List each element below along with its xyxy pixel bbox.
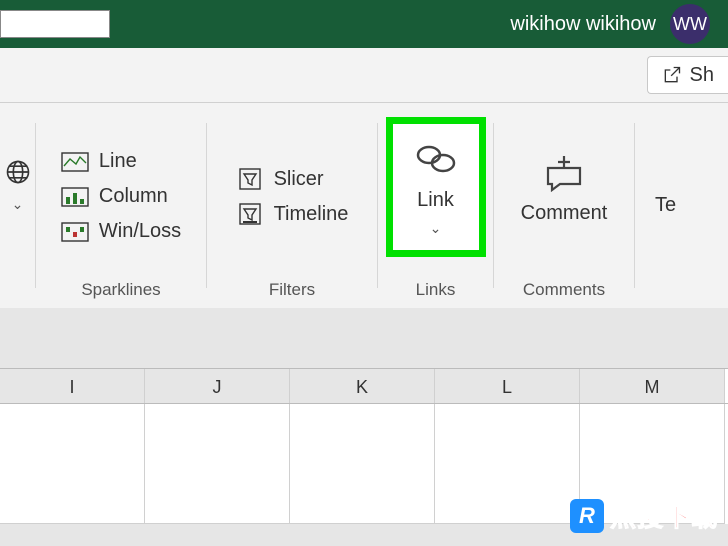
name-box-input[interactable] xyxy=(0,10,110,38)
group-links: Link ⌄ Links xyxy=(378,103,493,308)
sparkline-line-icon xyxy=(61,151,89,173)
filters-slicer-label: Slicer xyxy=(274,168,324,191)
sparklines-line-button[interactable]: Line xyxy=(61,150,137,173)
watermark-logo: R xyxy=(570,499,604,533)
cell[interactable] xyxy=(435,404,580,524)
column-headers: I J K L M xyxy=(0,368,728,404)
sparklines-winloss-button[interactable]: Win/Loss xyxy=(61,220,181,243)
sparkline-winloss-icon xyxy=(61,221,89,243)
sparklines-line-label: Line xyxy=(99,150,137,173)
sheet-gap xyxy=(0,308,728,368)
group-comments: Comment Comments xyxy=(494,103,634,308)
cell[interactable] xyxy=(145,404,290,524)
cell[interactable] xyxy=(290,404,435,524)
share-button[interactable]: Sh xyxy=(647,56,728,94)
ribbon-left-edge: ⌄ xyxy=(0,103,35,308)
column-header[interactable]: J xyxy=(145,369,290,403)
sparklines-column-label: Column xyxy=(99,185,168,208)
group-label-sparklines: Sparklines xyxy=(81,280,160,300)
account-avatar[interactable]: WW xyxy=(670,4,710,44)
group-text-stub: Te xyxy=(635,103,676,308)
avatar-initials: WW xyxy=(673,14,707,35)
link-button[interactable]: Link ⌄ xyxy=(386,117,486,257)
share-icon xyxy=(662,65,682,85)
watermark: R 热搜下载 xyxy=(570,497,718,534)
group-label-comments: Comments xyxy=(523,280,605,300)
column-header[interactable]: L xyxy=(435,369,580,403)
link-icon xyxy=(410,137,462,181)
globe-icon[interactable] xyxy=(4,158,32,186)
sparkline-column-icon xyxy=(61,186,89,208)
cell[interactable] xyxy=(0,404,145,524)
group-label-links: Links xyxy=(416,280,456,300)
filters-timeline-label: Timeline xyxy=(274,203,349,226)
quick-bar: Sh xyxy=(0,48,728,103)
timeline-icon xyxy=(236,203,264,225)
filters-timeline-button[interactable]: Timeline xyxy=(236,203,349,226)
sparklines-column-button[interactable]: Column xyxy=(61,185,168,208)
slicer-icon xyxy=(236,168,264,190)
link-label: Link xyxy=(417,189,454,212)
column-header[interactable]: I xyxy=(0,369,145,403)
account-username: wikihow wikihow xyxy=(510,13,656,36)
comment-button[interactable]: Comment xyxy=(503,117,626,257)
sparklines-winloss-label: Win/Loss xyxy=(99,220,181,243)
chevron-down-icon[interactable]: ⌄ xyxy=(12,196,24,213)
group-label-filters: Filters xyxy=(269,280,315,300)
filters-slicer-button[interactable]: Slicer xyxy=(236,168,324,191)
ribbon: ⌄ Line Column Win/Loss xyxy=(0,103,728,308)
comment-label: Comment xyxy=(521,202,608,225)
watermark-text: 热搜下载 xyxy=(610,497,718,534)
text-stub-label: Te xyxy=(655,194,676,217)
share-label: Sh xyxy=(690,64,714,87)
column-header[interactable]: M xyxy=(580,369,725,403)
title-bar: wikihow wikihow WW xyxy=(0,0,728,48)
group-filters: Slicer Timeline Filters xyxy=(207,103,377,308)
column-header[interactable]: K xyxy=(290,369,435,403)
comment-icon xyxy=(540,150,588,194)
group-sparklines: Line Column Win/Loss Sparklines xyxy=(36,103,206,308)
chevron-down-icon: ⌄ xyxy=(430,220,442,237)
